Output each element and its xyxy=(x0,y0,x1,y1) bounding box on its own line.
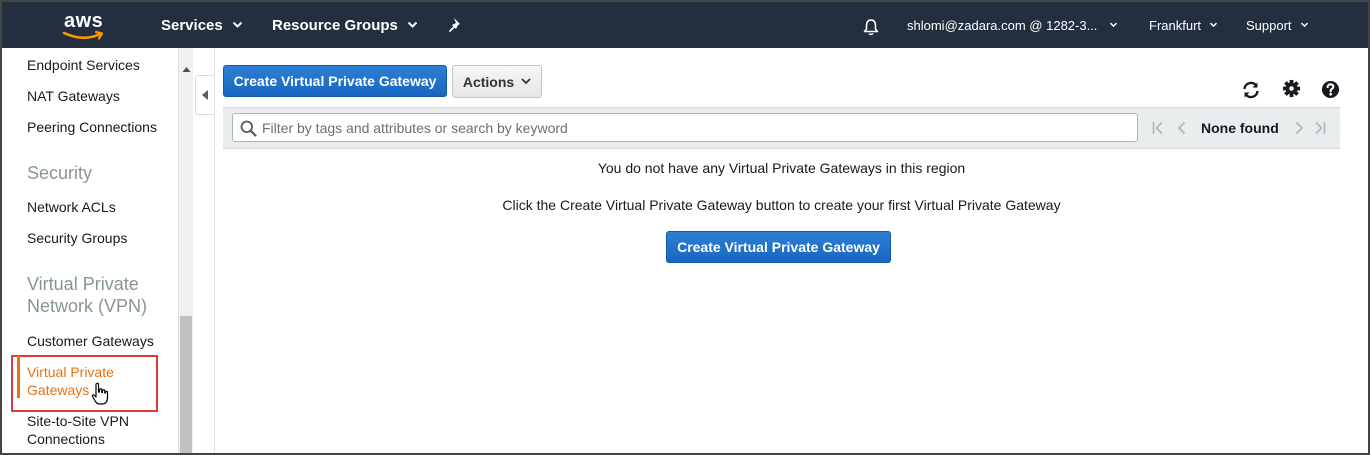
sidebar-item-customer-gateways[interactable]: Customer Gateways xyxy=(27,332,154,350)
scroll-up-arrow-icon[interactable] xyxy=(182,66,191,73)
refresh-icon[interactable] xyxy=(1241,80,1261,100)
filter-bar: None found xyxy=(223,107,1340,149)
console-window: aws Services Resource Groups shlomi@zada… xyxy=(0,0,1370,455)
search-box[interactable] xyxy=(232,113,1138,142)
aws-logo[interactable]: aws xyxy=(60,10,110,41)
chevron-down-icon xyxy=(407,21,418,28)
sidebar-item-s2s-line1: Site-to-Site VPN xyxy=(27,413,129,429)
sidebar-item-vpg-line1: Virtual Private xyxy=(27,364,114,380)
sidebar-collapse-column xyxy=(193,48,215,453)
account-menu[interactable]: shlomi@zadara.com @ 1282-3... xyxy=(907,2,1118,48)
support-label: Support xyxy=(1246,17,1292,33)
services-label: Services xyxy=(161,16,223,34)
search-icon xyxy=(240,120,257,137)
resource-groups-menu[interactable]: Resource Groups xyxy=(272,2,418,48)
sidebar-heading-vpn-line1: Virtual Private xyxy=(27,274,139,294)
sidebar-item-network-acls[interactable]: Network ACLs xyxy=(27,198,116,216)
pagination-status: None found xyxy=(1201,120,1279,136)
last-page-icon[interactable] xyxy=(1313,120,1327,136)
first-page-icon[interactable] xyxy=(1151,120,1165,136)
empty-state-message: You do not have any Virtual Private Gate… xyxy=(597,160,966,176)
sidebar-item-nat-gateways[interactable]: NAT Gateways xyxy=(27,87,120,105)
actions-label: Actions xyxy=(462,73,515,90)
hand-cursor-icon xyxy=(91,382,109,405)
next-page-icon[interactable] xyxy=(1292,120,1306,136)
resource-groups-label: Resource Groups xyxy=(272,16,398,34)
previous-page-icon[interactable] xyxy=(1175,120,1189,136)
chevron-down-icon xyxy=(1110,22,1118,28)
scrollbar-thumb[interactable] xyxy=(180,316,192,453)
sidebar-heading-vpn: Virtual Private Network (VPN) xyxy=(27,273,147,317)
help-icon[interactable] xyxy=(1321,80,1340,99)
create-vpg-button[interactable]: Create Virtual Private Gateway xyxy=(223,65,447,97)
chevron-down-icon xyxy=(1209,22,1218,28)
sidebar-heading-vpn-line2: Network (VPN) xyxy=(27,296,148,316)
support-menu[interactable]: Support xyxy=(1246,2,1309,48)
chevron-down-icon xyxy=(232,21,242,28)
sidebar-item-s2s-line2: Connections xyxy=(27,431,105,447)
sidebar-item-peering-connections[interactable]: Peering Connections xyxy=(27,118,157,136)
create-vpg-empty-button[interactable]: Create Virtual Private Gateway xyxy=(666,231,891,263)
triangle-left-icon xyxy=(202,90,208,100)
sidebar-item-site-to-site-vpn[interactable]: Site-to-Site VPN Connections xyxy=(27,412,129,448)
collapse-sidebar-button[interactable] xyxy=(195,75,214,115)
sidebar-item-security-groups[interactable]: Security Groups xyxy=(27,229,127,247)
sidebar-item-endpoint-services[interactable]: Endpoint Services xyxy=(27,56,140,74)
region-menu[interactable]: Frankfurt xyxy=(1149,2,1218,48)
empty-state-hint: Click the Create Virtual Private Gateway… xyxy=(502,197,1061,213)
region-label: Frankfurt xyxy=(1149,17,1202,33)
top-navigation: aws Services Resource Groups shlomi@zada… xyxy=(2,2,1368,48)
active-indicator xyxy=(17,356,20,398)
sidebar-heading-security: Security xyxy=(27,163,93,183)
sidebar: Endpoint Services NAT Gateways Peering C… xyxy=(2,48,178,453)
account-label: shlomi@zadara.com @ 1282-3... xyxy=(907,17,1098,33)
actions-button[interactable]: Actions xyxy=(452,65,542,98)
search-input[interactable] xyxy=(262,117,1122,138)
aws-smile-icon xyxy=(62,30,104,40)
sidebar-scrollbar[interactable] xyxy=(178,48,193,453)
pin-icon[interactable] xyxy=(447,16,465,34)
chevron-down-icon xyxy=(521,78,531,85)
bell-icon[interactable] xyxy=(862,18,880,36)
gear-icon[interactable] xyxy=(1282,79,1301,98)
services-menu[interactable]: Services xyxy=(161,2,243,48)
chevron-down-icon xyxy=(1300,22,1308,28)
